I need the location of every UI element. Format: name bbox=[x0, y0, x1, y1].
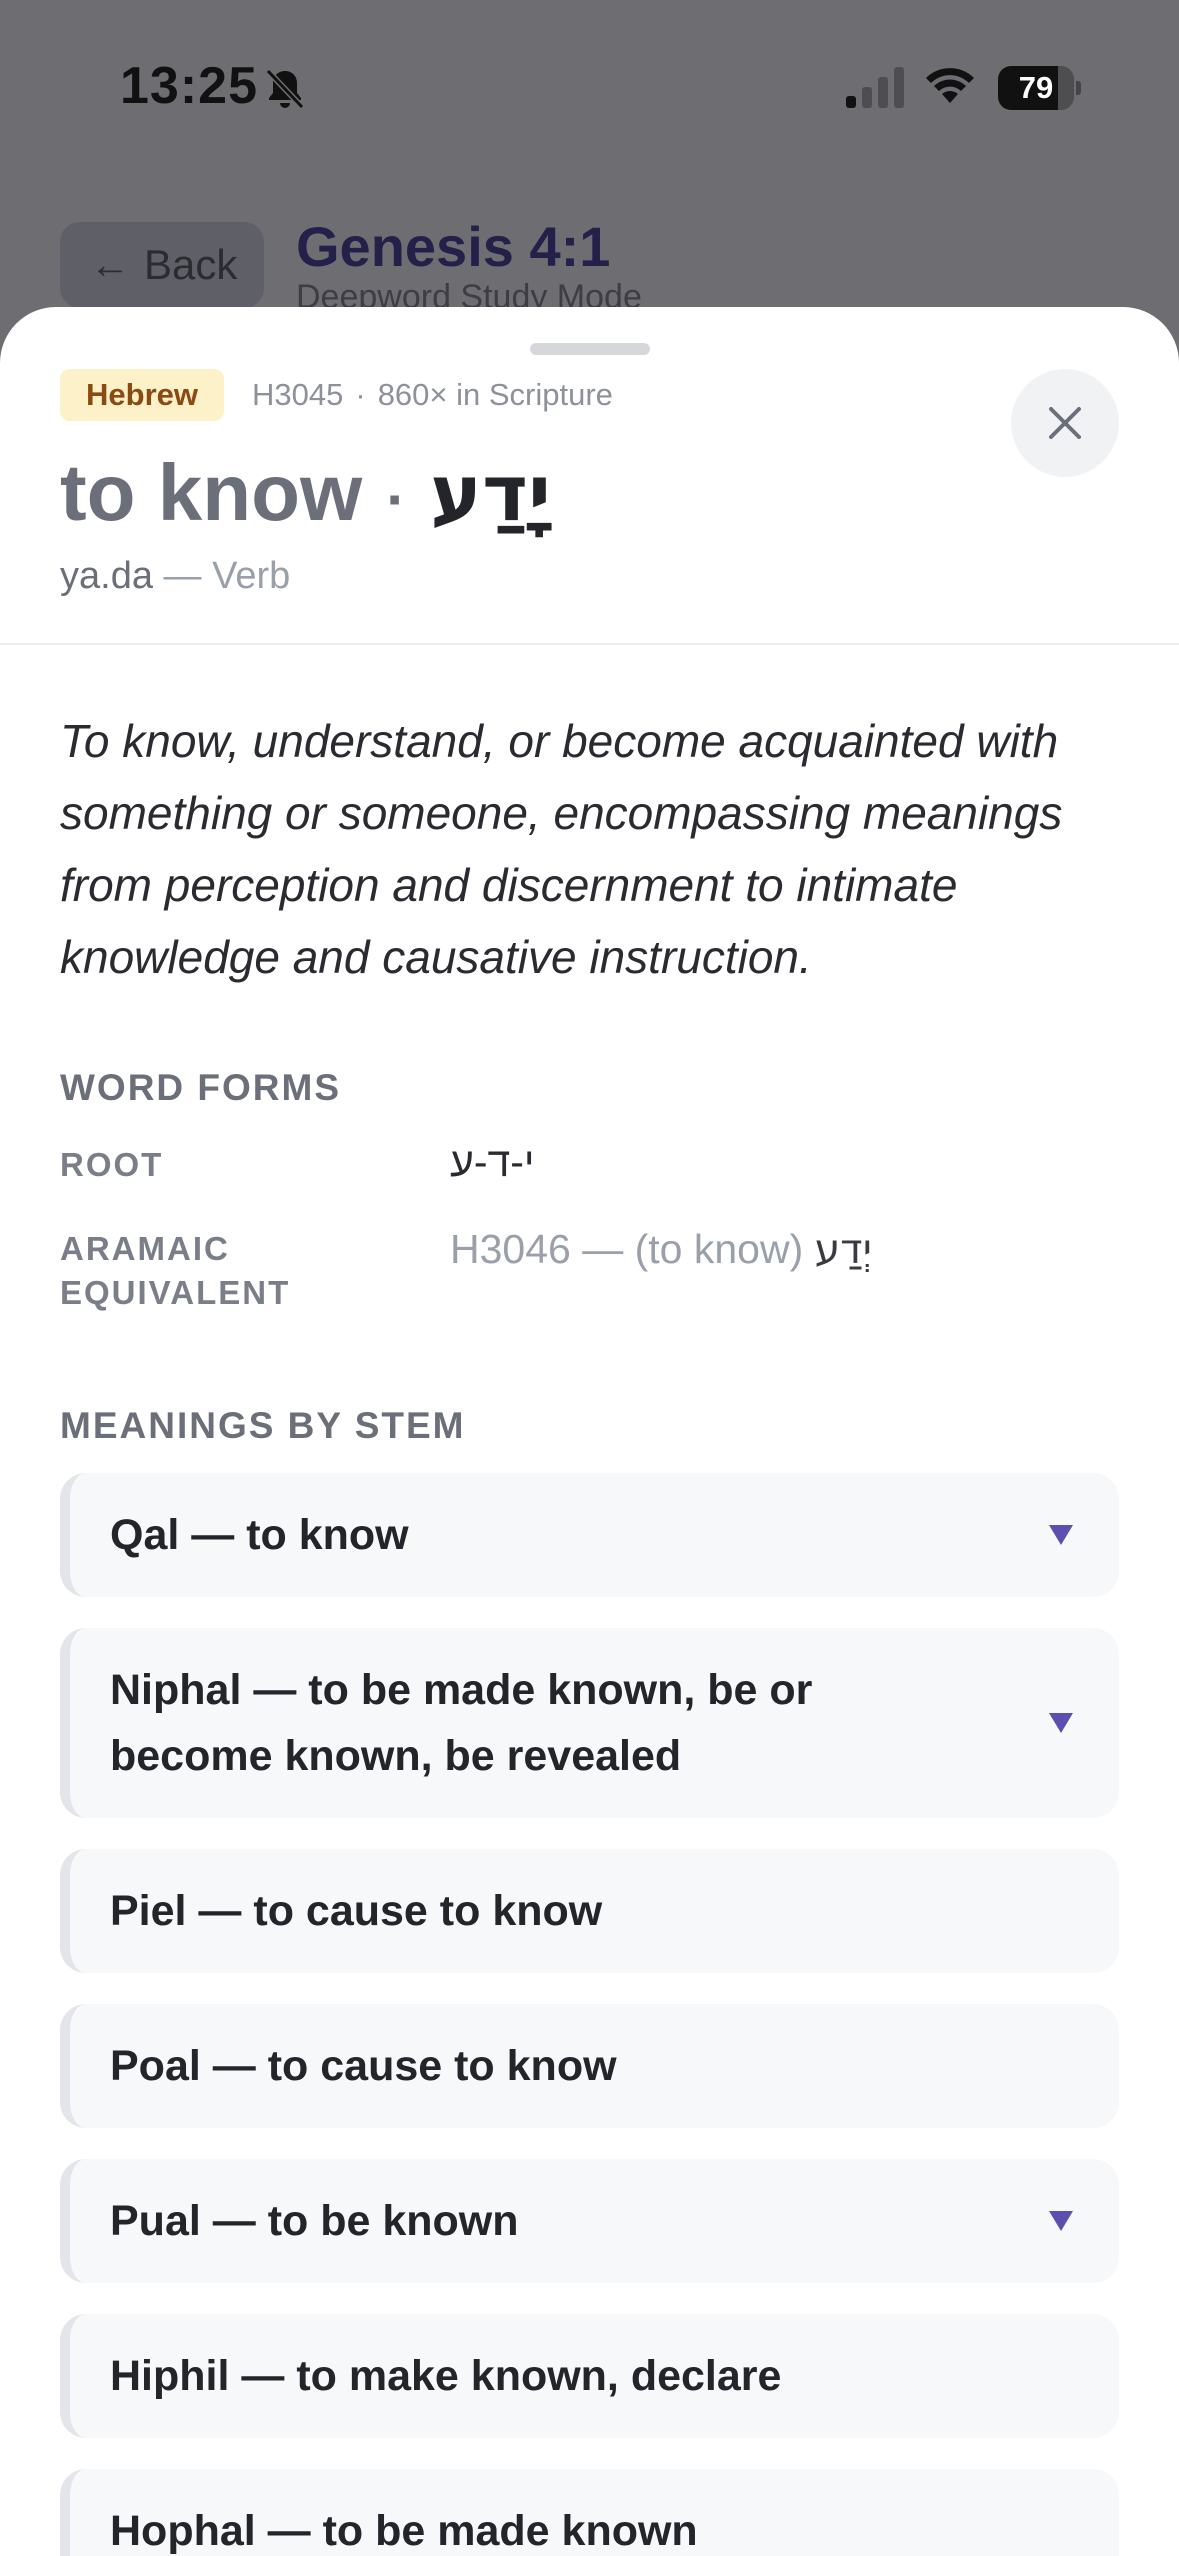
expand-triangle-icon bbox=[1049, 2211, 1073, 2231]
stem-card[interactable]: Pual — to be known bbox=[60, 2159, 1119, 2283]
stem-card[interactable]: Piel — to cause to know bbox=[60, 1849, 1119, 1973]
root-label: ROOT bbox=[60, 1146, 164, 1183]
stem-card[interactable]: Hophal — to be made known bbox=[60, 2469, 1119, 2556]
battery-body: 79 bbox=[998, 66, 1074, 110]
transliteration-line: ya.da — Verb bbox=[60, 555, 290, 598]
word-forms-heading: WORD FORMS bbox=[60, 1067, 342, 1108]
battery-indicator: 79 bbox=[998, 66, 1081, 110]
stem-label: Poal — to cause to know bbox=[110, 2042, 617, 2090]
aramaic-label-line1: ARAMAIC bbox=[60, 1230, 230, 1267]
page-title: Genesis 4:1 bbox=[296, 215, 611, 278]
stems-heading: MEANINGS BY STEM bbox=[60, 1405, 466, 1446]
status-bar: 13:25 79 bbox=[0, 0, 1179, 170]
translit-dash: — bbox=[163, 555, 202, 597]
stem-label: Pual — to be known bbox=[110, 2197, 519, 2245]
part-of-speech: Verb bbox=[212, 555, 291, 597]
aramaic-label: ARAMAIC EQUIVALENT bbox=[60, 1227, 290, 1315]
word-detail-sheet: Hebrew H3045 · 860× in Scripture to know ·… bbox=[0, 307, 1179, 2556]
close-icon bbox=[1049, 407, 1081, 439]
stem-label: Hiphil — to make known, declare bbox=[110, 2352, 782, 2400]
arrow-left-icon: ← bbox=[90, 242, 130, 287]
headword: to know · יָדַע bbox=[60, 447, 551, 539]
battery-percent: 79 bbox=[1018, 70, 1054, 105]
strongs-number: H3045 bbox=[252, 377, 344, 412]
stem-list: Qal — to know Niphal — to be made known, … bbox=[60, 1473, 1119, 2556]
battery-cap bbox=[1076, 81, 1081, 95]
status-time: 13:25 bbox=[120, 57, 258, 115]
stem-label: Hophal — to be made known bbox=[110, 2507, 698, 2555]
wifi-icon bbox=[926, 68, 974, 103]
screen: 13:25 79 ← Back Genesis 4:1 Deepword Stu… bbox=[0, 0, 1179, 2556]
aramaic-value: H3046 — (to know) יְדַע bbox=[450, 1225, 872, 1273]
sheet-header: Hebrew H3045 · 860× in Scripture to know ·… bbox=[0, 307, 1179, 645]
stem-label: Qal — to know bbox=[110, 1511, 409, 1559]
aramaic-gloss: (to know) bbox=[634, 1226, 804, 1272]
back-button[interactable]: ← Back bbox=[60, 222, 264, 308]
stem-label: Niphal — to be made known, be or become … bbox=[110, 1666, 813, 1780]
root-value: י-ד-ע bbox=[450, 1139, 535, 1185]
aramaic-hebrew: יְדַע bbox=[814, 1225, 872, 1273]
meta-separator: · bbox=[355, 377, 366, 412]
bell-slash-icon bbox=[265, 68, 305, 110]
stem-card[interactable]: Niphal — to be made known, be or become … bbox=[60, 1628, 1119, 1818]
expand-triangle-icon bbox=[1049, 1525, 1073, 1545]
transliteration: ya.da bbox=[60, 555, 153, 597]
headword-hebrew: יָדַע bbox=[430, 449, 551, 539]
back-label: Back bbox=[144, 241, 238, 288]
aramaic-ref[interactable]: H3046 — bbox=[450, 1226, 623, 1272]
expand-triangle-icon bbox=[1049, 1713, 1073, 1733]
stem-card[interactable]: Hiphil — to make known, declare bbox=[60, 2314, 1119, 2438]
definition: To know, understand, or become acquainte… bbox=[60, 715, 1063, 983]
stem-card[interactable]: Qal — to know bbox=[60, 1473, 1119, 1597]
headword-separator: · bbox=[386, 466, 407, 533]
close-button[interactable] bbox=[1011, 369, 1119, 477]
stem-card[interactable]: Poal — to cause to know bbox=[60, 2004, 1119, 2128]
stem-label: Piel — to cause to know bbox=[110, 1887, 603, 1935]
occurrence-count: 860× in Scripture bbox=[377, 377, 613, 412]
entry-meta: H3045 · 860× in Scripture bbox=[252, 377, 613, 413]
aramaic-label-line2: EQUIVALENT bbox=[60, 1274, 291, 1311]
language-badge: Hebrew bbox=[60, 369, 224, 421]
cellular-signal-icon bbox=[846, 67, 904, 108]
headword-gloss: to know bbox=[60, 448, 363, 537]
